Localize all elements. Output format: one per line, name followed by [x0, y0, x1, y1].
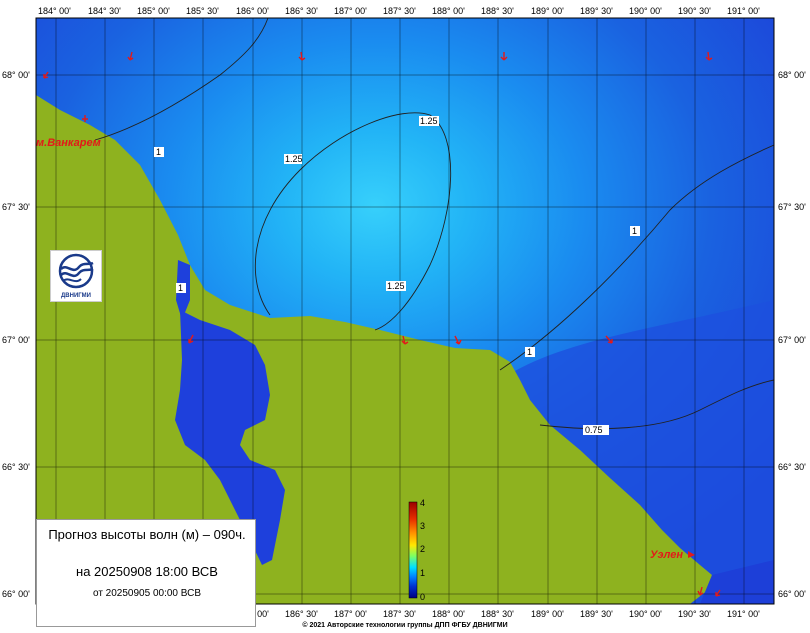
lat-label: 66° 30': [778, 462, 806, 472]
lat-labels-right: 68° 00' 67° 30' 67° 00' 66° 30' 66° 00': [778, 70, 806, 599]
place-vankarem: м.Ванкарем: [36, 137, 101, 149]
contour-label: 0.75: [585, 425, 603, 435]
colorbar-tick-4: 4: [420, 498, 425, 508]
wave-logo-icon: [58, 253, 94, 289]
lon-label: 185° 00': [137, 6, 170, 16]
place-uelen: Уэлен: [650, 549, 683, 561]
lon-label: 186° 00': [236, 6, 269, 16]
lon-label: 185° 30': [186, 6, 219, 16]
lat-label: 67° 30': [778, 202, 806, 212]
lon-label: 189° 30': [580, 609, 613, 619]
contour-label: 1.25: [387, 281, 405, 291]
lon-label: 191° 00': [727, 6, 760, 16]
contour-label: 1: [632, 226, 637, 236]
legend-issued-date: от 20250905 00:00 ВСВ: [92, 588, 201, 599]
lon-label: 190° 00': [629, 609, 662, 619]
contour-label: 1: [156, 147, 161, 157]
lat-label: 67° 00': [2, 335, 30, 345]
lon-label: 187° 00': [334, 6, 367, 16]
lat-label: 66° 30': [2, 462, 30, 472]
colorbar-tick-0: 0: [420, 592, 425, 602]
colorbar-tick-1: 1: [420, 568, 425, 578]
contour-label: 1: [527, 347, 532, 357]
contour-label: 1.25: [285, 154, 303, 164]
legend-valid-date: на 20250908 18:00 ВСВ: [76, 564, 218, 579]
contour-label: 1.25: [420, 116, 438, 126]
lon-label: 187° 30': [383, 6, 416, 16]
lon-label: 188° 00': [432, 609, 465, 619]
dvnigmi-logo: ДВНИГМИ: [50, 250, 102, 302]
lat-label: 66° 00': [778, 589, 806, 599]
lat-label: 67° 30': [2, 202, 30, 212]
contour-label: 1: [178, 283, 183, 293]
lon-labels-top: 184° 00' 184° 30' 185° 00' 185° 30' 186°…: [38, 6, 760, 16]
lon-label: 187° 30': [383, 609, 416, 619]
forecast-legend: Прогноз высоты волн (м) – 090ч. на 20250…: [36, 519, 256, 627]
copyright: © 2021 Авторские технологии группы ДПП Ф…: [302, 622, 508, 629]
lon-label: 186° 30': [285, 609, 318, 619]
lon-label: 188° 30': [481, 609, 514, 619]
legend-title: Прогноз высоты волн (м) – 090ч.: [48, 527, 246, 542]
lon-label: 186° 30': [285, 6, 318, 16]
lon-label: 188° 00': [432, 6, 465, 16]
lon-label: 184° 00': [38, 6, 71, 16]
lon-label: 190° 00': [629, 6, 662, 16]
lon-label: 190° 30': [678, 609, 711, 619]
lat-label: 67° 00': [778, 335, 806, 345]
colorbar-tick-3: 3: [420, 521, 425, 531]
colorbar-tick-2: 2: [420, 544, 425, 554]
lon-label: 189° 00': [531, 6, 564, 16]
colorbar: [408, 501, 418, 599]
lon-label: 184° 30': [88, 6, 121, 16]
lon-label: 188° 30': [481, 6, 514, 16]
lat-label: 66° 00': [2, 589, 30, 599]
lat-label: 68° 00': [778, 70, 806, 80]
lon-label: 189° 30': [580, 6, 613, 16]
lat-label: 68° 00': [2, 70, 30, 80]
logo-text: ДВНИГМИ: [61, 293, 91, 299]
lon-label: 191° 00': [727, 609, 760, 619]
lon-label: 190° 30': [678, 6, 711, 16]
lon-label: 189° 00': [531, 609, 564, 619]
lat-labels-left: 68° 00' 67° 30' 67° 00' 66° 30' 66° 00': [2, 70, 30, 599]
lon-label: 187° 00': [334, 609, 367, 619]
